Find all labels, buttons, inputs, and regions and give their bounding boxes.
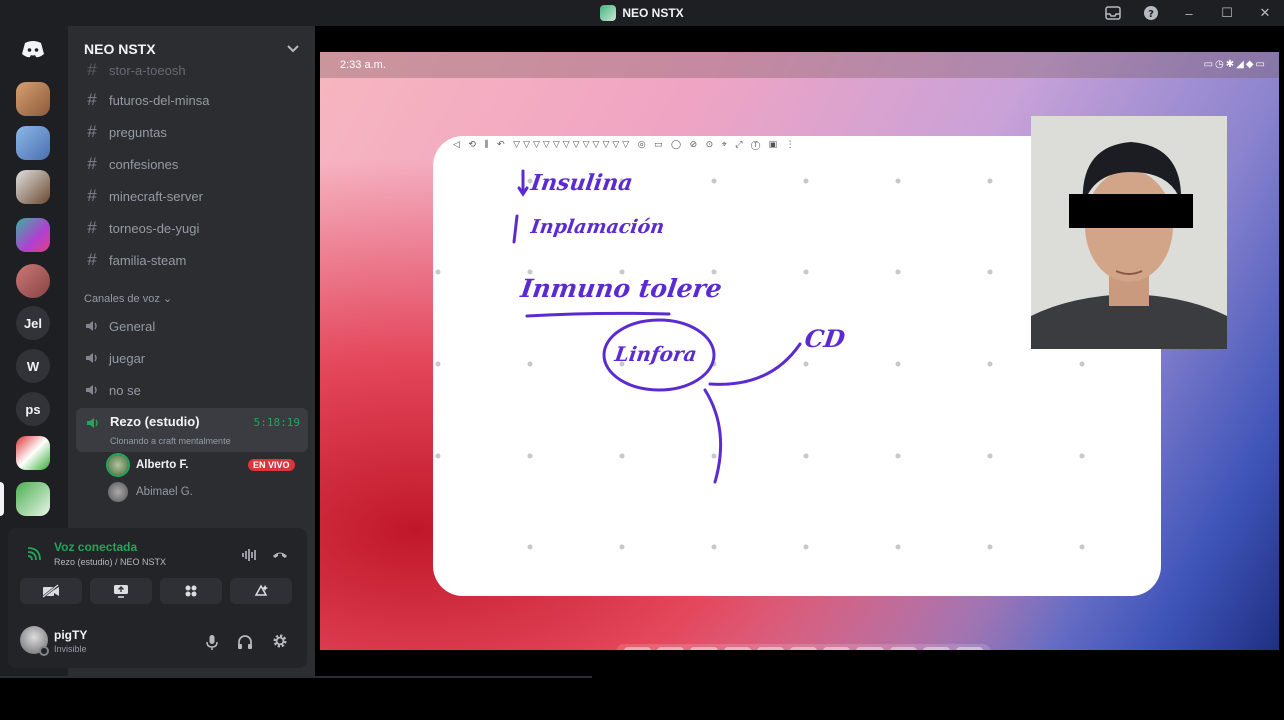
voice-connection-panel: Voz conectada Rezo (estudio) / NEO NSTX	[8, 528, 307, 668]
headphones-icon[interactable]	[237, 634, 253, 655]
activities-icon[interactable]	[160, 578, 222, 604]
window-controls: ? – ☐ ✕	[1094, 0, 1284, 26]
screen-share-icon[interactable]	[90, 578, 152, 604]
discord-logo-icon[interactable]	[16, 32, 50, 66]
taskbar-dock	[616, 644, 991, 650]
note-linfora: Linfora	[613, 342, 699, 366]
progress-line	[0, 676, 592, 678]
avatar	[108, 455, 128, 475]
server-jel[interactable]: Jel	[16, 306, 50, 340]
microphone-icon[interactable]	[206, 634, 218, 655]
camera-off-icon[interactable]	[20, 578, 82, 604]
username[interactable]: pigTY	[54, 628, 87, 642]
maximize-button[interactable]: ☐	[1208, 0, 1246, 26]
disconnect-icon[interactable]	[272, 548, 288, 566]
voice-channel-status: Clonando a craft mentalmente	[110, 436, 231, 446]
status-icons: ▭◷✱◢◆▭	[1203, 59, 1267, 70]
text-channel[interactable]: # futuros-del-minsa	[82, 86, 308, 114]
webcam-person	[1031, 116, 1227, 349]
device-status-bar: 2:33 a.m. ▭◷✱◢◆▭	[320, 52, 1279, 78]
window-title: NEO NSTX	[600, 5, 684, 21]
app-icon[interactable]	[723, 647, 751, 650]
voice-location[interactable]: Rezo (estudio) / NEO NSTX	[54, 557, 166, 567]
server-neo-nstx[interactable]	[16, 482, 50, 516]
active-voice-name: Rezo (estudio)	[110, 414, 200, 429]
chevron-down-icon	[287, 45, 299, 53]
server-folder[interactable]	[16, 436, 50, 470]
shared-tablet-screen: 2:33 a.m. ▭◷✱◢◆▭ ◁ ⟲ ⫼ ↶ ▽▽▽▽▽▽▽▽▽▽▽▽ ◎ …	[320, 52, 1279, 650]
app-icon[interactable]	[889, 647, 917, 650]
active-voice-channel[interactable]: Rezo (estudio) 5:18:19 Clonando a craft …	[76, 408, 308, 452]
speaker-icon	[82, 319, 102, 333]
help-icon[interactable]: ?	[1132, 0, 1170, 26]
app-icon[interactable]	[624, 647, 652, 650]
hash-icon: #	[87, 250, 97, 269]
server-avatar[interactable]	[16, 82, 50, 116]
server-avatar[interactable]	[16, 126, 50, 160]
app-icon[interactable]	[789, 647, 818, 650]
speaker-icon	[82, 351, 102, 365]
voice-user[interactable]: Abimael G.	[108, 480, 193, 504]
window-title-text: NEO NSTX	[622, 6, 684, 20]
speaker-icon	[82, 383, 102, 397]
voice-timer: 5:18:19	[253, 416, 300, 429]
signal-icon[interactable]	[26, 546, 42, 567]
hash-icon: #	[87, 186, 97, 205]
soundboard-icon[interactable]	[242, 548, 258, 566]
text-channel[interactable]: # stor-a-toeosh	[82, 56, 308, 84]
server-w[interactable]: W	[16, 349, 50, 383]
speaker-icon	[86, 416, 100, 435]
text-channel[interactable]: # preguntas	[82, 118, 308, 146]
app-icon[interactable]	[756, 647, 784, 650]
app-icon[interactable]	[823, 647, 851, 650]
voice-channel[interactable]: juegar	[82, 344, 308, 372]
voice-channel[interactable]: no se	[82, 376, 308, 404]
app-icon[interactable]	[657, 647, 685, 650]
hash-icon: #	[87, 154, 97, 173]
server-app-icon	[600, 5, 617, 21]
server-ps[interactable]: ps	[16, 392, 50, 426]
webcam-overlay	[1031, 116, 1227, 349]
avatar	[108, 482, 128, 502]
hash-icon: #	[87, 60, 97, 79]
voice-user[interactable]: Alberto F.	[108, 453, 188, 477]
inbox-icon[interactable]	[1094, 0, 1132, 26]
presence-indicator	[39, 646, 49, 656]
voice-channel[interactable]: General	[82, 312, 308, 340]
svg-text:?: ?	[1148, 9, 1154, 20]
text-channel[interactable]: # familia-steam	[82, 246, 308, 274]
app-icon[interactable]	[955, 647, 984, 650]
voice-connected-label: Voz conectada	[54, 540, 138, 554]
server-name: NEO NSTX	[84, 41, 156, 57]
window-titlebar: NEO NSTX ? – ☐ ✕	[0, 0, 1284, 26]
app-icon[interactable]	[690, 647, 718, 650]
bottom-strip	[0, 676, 1284, 720]
text-channel[interactable]: # torneos-de-yugi	[82, 214, 308, 242]
hash-icon: #	[87, 122, 97, 141]
live-badge: EN VIVO	[248, 459, 295, 471]
selected-server-indicator	[0, 482, 4, 516]
hash-icon: #	[87, 218, 97, 237]
note-insulina: Insulina	[529, 170, 635, 196]
text-channel[interactable]: # confesiones	[82, 150, 308, 178]
minimize-button[interactable]: –	[1170, 0, 1208, 26]
close-button[interactable]: ✕	[1246, 0, 1284, 26]
note-inmuno-tolere: Inmuno tolere	[518, 274, 724, 303]
device-clock: 2:33 a.m.	[340, 59, 386, 71]
voice-category-header[interactable]: Canales de voz ⌄	[84, 292, 172, 305]
server-folder[interactable]	[16, 170, 50, 204]
app-icon[interactable]	[856, 647, 884, 650]
app-icon[interactable]	[922, 647, 950, 650]
server-folder[interactable]	[16, 218, 50, 252]
stream-viewer[interactable]: 2:33 a.m. ▭◷✱◢◆▭ ◁ ⟲ ⫼ ↶ ▽▽▽▽▽▽▽▽▽▽▽▽ ◎ …	[315, 26, 1284, 676]
soundboard-sparkle-icon[interactable]	[230, 578, 292, 604]
note-cd: CD	[802, 324, 847, 353]
user-status: Invisible	[54, 644, 87, 654]
server-avatar[interactable]	[16, 264, 50, 298]
gear-icon[interactable]	[272, 633, 288, 654]
hash-icon: #	[87, 90, 97, 109]
note-inplamacion: Inplamación	[529, 216, 666, 238]
text-channel[interactable]: # minecraft-server	[82, 182, 308, 210]
